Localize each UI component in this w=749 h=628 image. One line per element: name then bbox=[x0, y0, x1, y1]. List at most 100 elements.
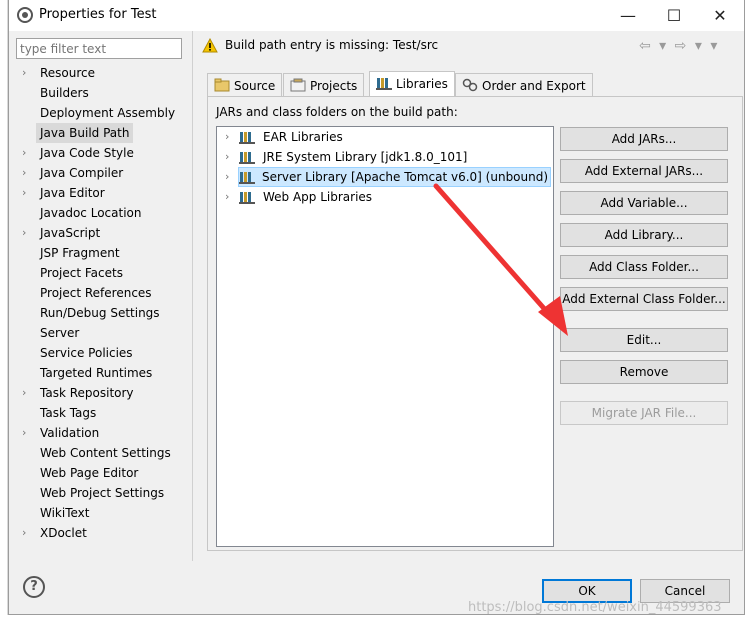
chevron-right-icon[interactable]: › bbox=[22, 143, 32, 163]
property-page-tree: › Resource Builders Deployment Assembly Java… bbox=[16, 63, 192, 540]
tree-item-label: Javadoc Location bbox=[40, 206, 142, 220]
add-external-jars-button[interactable]: Add External JARs... bbox=[560, 159, 728, 183]
title-bar: Properties for Test — ☐ ✕ bbox=[9, 0, 744, 31]
chevron-right-icon[interactable]: › bbox=[22, 63, 32, 83]
tab-libraries[interactable]: Libraries bbox=[369, 71, 455, 97]
library-entry-label: JRE System Library [jdk1.8.0_101] bbox=[263, 150, 468, 164]
tree-item-label: Web Content Settings bbox=[40, 446, 171, 460]
tree-item[interactable]: Project References bbox=[16, 283, 192, 303]
add-class-folder-button[interactable]: Add Class Folder... bbox=[560, 255, 728, 279]
chevron-right-icon[interactable]: › bbox=[225, 187, 229, 207]
library-icon bbox=[239, 192, 255, 204]
tree-item[interactable]: WikiText bbox=[16, 503, 192, 523]
projects-icon bbox=[290, 78, 306, 92]
chevron-right-icon[interactable]: › bbox=[22, 183, 32, 203]
libraries-icon bbox=[376, 78, 392, 90]
background-window-edge bbox=[0, 0, 8, 628]
tree-item[interactable]: › Java Code Style bbox=[16, 143, 192, 163]
warning-icon bbox=[202, 38, 218, 53]
tree-item[interactable]: Web Content Settings bbox=[16, 443, 192, 463]
chevron-right-icon[interactable]: › bbox=[22, 223, 32, 243]
tree-item[interactable]: › Java Compiler bbox=[16, 163, 192, 183]
tree-item[interactable]: › Java Editor bbox=[16, 183, 192, 203]
list-item[interactable]: › Web App Libraries bbox=[217, 187, 553, 207]
tree-item-label: Server bbox=[40, 326, 80, 340]
tree-item[interactable]: › Validation bbox=[16, 423, 192, 443]
library-list[interactable]: › EAR Libraries › JRE System Library [jdk1.… bbox=[216, 126, 554, 547]
tree-item[interactable]: Builders bbox=[16, 83, 192, 103]
tab-projects[interactable]: Projects bbox=[283, 73, 365, 97]
tree-item[interactable]: JSP Fragment bbox=[16, 243, 192, 263]
tree-sash[interactable] bbox=[192, 31, 193, 561]
chevron-right-icon[interactable]: › bbox=[22, 163, 32, 183]
chevron-right-icon[interactable]: › bbox=[225, 147, 229, 167]
library-icon bbox=[239, 132, 255, 144]
tree-item-label: Java Code Style bbox=[40, 146, 134, 160]
tree-item[interactable]: › JavaScript bbox=[16, 223, 192, 243]
tree-item[interactable]: Javadoc Location bbox=[16, 203, 192, 223]
watermark: https://blog.csdn.net/weixin_44599363 bbox=[468, 600, 722, 615]
tree-item-label: Project References bbox=[40, 286, 152, 300]
add-external-class-folder-button[interactable]: Add External Class Folder... bbox=[560, 287, 728, 311]
tree-item[interactable]: Targeted Runtimes bbox=[16, 363, 192, 383]
library-entry-label: Web App Libraries bbox=[263, 190, 373, 204]
tree-item-label: Java Editor bbox=[40, 186, 105, 200]
tree-item[interactable]: Server bbox=[16, 323, 192, 343]
tree-item-label: Service Policies bbox=[40, 346, 133, 360]
tree-item[interactable]: Deployment Assembly bbox=[16, 103, 192, 123]
tree-item-label: Task Tags bbox=[40, 406, 97, 420]
tree-item[interactable]: Project Facets bbox=[16, 263, 192, 283]
tree-item-label: Java Compiler bbox=[40, 166, 124, 180]
list-item[interactable]: › EAR Libraries bbox=[217, 127, 553, 147]
tree-item[interactable]: Web Project Settings bbox=[16, 483, 192, 503]
filter-input[interactable] bbox=[16, 38, 182, 59]
tree-item-label: Web Project Settings bbox=[40, 486, 165, 500]
chevron-right-icon[interactable]: › bbox=[225, 127, 229, 147]
chevron-right-icon[interactable]: › bbox=[22, 523, 32, 543]
chevron-right-icon[interactable]: › bbox=[22, 383, 32, 403]
edit-button[interactable]: Edit... bbox=[560, 328, 728, 352]
tree-item-label: Project Facets bbox=[40, 266, 123, 280]
add-variable-button[interactable]: Add Variable... bbox=[560, 191, 728, 215]
source-folder-icon bbox=[214, 78, 230, 92]
chevron-right-icon[interactable]: › bbox=[225, 167, 229, 187]
remove-button[interactable]: Remove bbox=[560, 360, 728, 384]
library-icon bbox=[239, 172, 255, 184]
window-title: Properties for Test bbox=[39, 7, 157, 22]
tree-item-label: Builders bbox=[40, 86, 89, 100]
tree-item-label: Resource bbox=[40, 66, 96, 80]
warning-message: Build path entry is missing: Test/src bbox=[225, 38, 439, 52]
tree-item-label: Validation bbox=[40, 426, 100, 440]
tree-item-label: Run/Debug Settings bbox=[40, 306, 160, 320]
maximize-button[interactable]: ☐ bbox=[651, 0, 697, 31]
tree-item[interactable]: › Resource bbox=[16, 63, 192, 83]
tree-item[interactable]: Java Build Path bbox=[16, 123, 192, 143]
libraries-page: JARs and class folders on the build path… bbox=[207, 96, 743, 551]
chevron-right-icon[interactable]: › bbox=[22, 423, 32, 443]
tree-item-label: JavaScript bbox=[40, 226, 101, 240]
tree-item-label: JSP Fragment bbox=[40, 246, 120, 260]
close-button[interactable]: ✕ bbox=[697, 0, 743, 31]
minimize-button[interactable]: — bbox=[605, 0, 651, 31]
tab-source[interactable]: Source bbox=[207, 73, 283, 97]
tree-item[interactable]: Service Policies bbox=[16, 343, 192, 363]
help-icon[interactable]: ? bbox=[23, 576, 45, 598]
add-library-button[interactable]: Add Library... bbox=[560, 223, 728, 247]
library-entry-label: Server Library [Apache Tomcat v6.0] (unb… bbox=[238, 167, 552, 187]
tab-order-and-export[interactable]: Order and Export bbox=[455, 73, 593, 97]
add-jars-button[interactable]: Add JARs... bbox=[560, 127, 728, 151]
migrate-jar-button[interactable]: Migrate JAR File... bbox=[560, 401, 728, 425]
tree-item[interactable]: Task Tags bbox=[16, 403, 192, 423]
list-item[interactable]: › JRE System Library [jdk1.8.0_101] bbox=[217, 147, 553, 167]
tree-item[interactable]: Run/Debug Settings bbox=[16, 303, 192, 323]
eclipse-icon bbox=[17, 7, 33, 23]
tree-item-label: Deployment Assembly bbox=[40, 106, 176, 120]
tree-item[interactable]: › XDoclet bbox=[16, 523, 192, 543]
tree-item-label: WikiText bbox=[40, 506, 90, 520]
background-window-right-edge bbox=[745, 0, 749, 628]
history-nav-icon[interactable]: ⇦ ▾ ⇨ ▾ ▾ bbox=[639, 38, 719, 54]
tree-item[interactable]: Web Page Editor bbox=[16, 463, 192, 483]
properties-dialog: Properties for Test — ☐ ✕ › Resource Build… bbox=[8, 0, 745, 615]
list-item[interactable]: › Server Library [Apache Tomcat v6.0] (un… bbox=[217, 167, 553, 187]
tree-item[interactable]: › Task Repository bbox=[16, 383, 192, 403]
